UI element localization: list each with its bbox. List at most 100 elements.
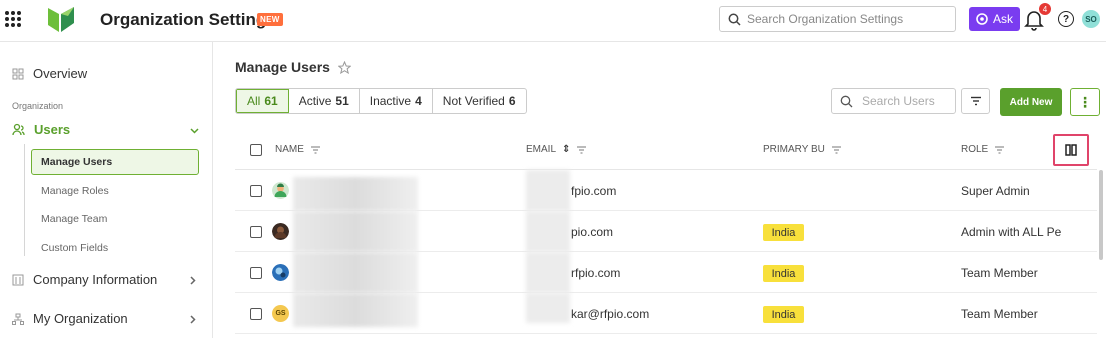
avatar	[272, 223, 289, 240]
users-table: NAME EMAIL ⇕ PRIMARY BU ROLE fpio.com Su…	[235, 129, 1097, 338]
role-cell: Admin with ALL Pe	[961, 225, 1061, 239]
sidebar-group-label: Organization	[12, 101, 64, 111]
chevron-right-icon[interactable]	[190, 276, 196, 285]
filter-button[interactable]	[961, 88, 990, 114]
column-header-primary-bu[interactable]: PRIMARY BU	[763, 144, 842, 155]
top-bar: Organization Settings NEW Search Organiz…	[0, 0, 1106, 42]
ask-button[interactable]: Ask	[969, 7, 1020, 31]
email-cell: rfpio.com	[571, 266, 621, 280]
redacted-name	[293, 177, 418, 211]
filter-active[interactable]: Active 51	[289, 89, 360, 113]
sidebar: Overview Organization Users Manage Users…	[0, 42, 213, 338]
email-cell: pio.com	[571, 225, 614, 239]
sidebar-subitem-custom-fields[interactable]: Custom Fields	[41, 242, 108, 254]
ask-icon	[976, 13, 988, 25]
avatar	[272, 264, 289, 281]
user-avatar[interactable]: SO	[1082, 10, 1100, 28]
sidebar-item-company-information[interactable]: Company Information	[12, 272, 157, 287]
more-options-icon[interactable]: ⋮	[1070, 88, 1100, 116]
filter-label: All	[247, 94, 261, 108]
organization-search-input[interactable]: Search Organization Settings	[719, 6, 956, 32]
building-icon	[12, 274, 24, 285]
column-header-label: PRIMARY BU	[763, 144, 825, 155]
filter-all[interactable]: All 61	[236, 89, 289, 113]
filter-label: Not Verified	[442, 94, 505, 108]
redacted-name	[293, 293, 418, 327]
filter-not-verified[interactable]: Not Verified 6	[433, 89, 526, 113]
app-title: Organization Settings	[100, 10, 276, 29]
filter-icon[interactable]	[576, 146, 587, 154]
filter-icon[interactable]	[994, 146, 1005, 154]
primary-bu-badge: India	[763, 265, 804, 282]
redacted-email	[526, 252, 570, 293]
search-placeholder: Search Organization Settings	[747, 12, 904, 26]
redacted-name	[293, 211, 418, 252]
table-scrollbar[interactable]	[1099, 170, 1103, 260]
column-header-email[interactable]: EMAIL ⇕	[526, 144, 587, 155]
notification-count-badge: 4	[1039, 3, 1051, 15]
sidebar-item-label: My Organization	[33, 311, 128, 326]
column-header-role[interactable]: ROLE	[961, 144, 1005, 155]
row-checkbox[interactable]	[250, 267, 262, 279]
search-placeholder: Search Users	[862, 94, 935, 108]
status-filter-tabs: All 61 Active 51 Inactive 4 Not Verified 6	[235, 88, 527, 114]
columns-icon	[1065, 144, 1077, 156]
filter-inactive[interactable]: Inactive 4	[360, 89, 433, 113]
filter-icon[interactable]	[831, 146, 842, 154]
filter-count: 6	[508, 94, 516, 108]
table-row[interactable]: rfpio.com India Team Member	[235, 252, 1097, 293]
row-checkbox[interactable]	[250, 226, 262, 238]
sidebar-item-my-organization[interactable]: My Organization	[12, 311, 128, 326]
sidebar-item-users[interactable]: Users	[12, 122, 70, 137]
table-row[interactable]: fpio.com Super Admin	[235, 170, 1097, 211]
filter-count: 61	[264, 94, 278, 108]
column-header-label: EMAIL	[526, 144, 557, 155]
page-title: Manage Users	[235, 59, 351, 75]
chevron-right-icon[interactable]	[190, 315, 196, 324]
column-header-label: ROLE	[961, 144, 989, 155]
filter-count: 51	[335, 94, 349, 108]
page-title-text: Manage Users	[235, 59, 330, 75]
search-users-input[interactable]: Search Users	[831, 88, 956, 114]
submenu-rail	[24, 144, 25, 256]
org-chart-icon	[12, 313, 24, 325]
table-row[interactable]: GS kar@rfpio.com India Team Member	[235, 293, 1097, 334]
role-cell: Team Member	[961, 266, 1038, 280]
sidebar-subitem-manage-roles[interactable]: Manage Roles	[41, 185, 109, 197]
redacted-email	[526, 293, 570, 323]
sidebar-item-overview[interactable]: Overview	[12, 66, 87, 81]
filter-icon[interactable]	[310, 146, 321, 154]
sidebar-item-label: Overview	[33, 66, 88, 81]
search-icon	[840, 95, 853, 107]
primary-bu-badge: India	[763, 306, 804, 323]
users-icon	[12, 123, 25, 136]
email-cell: fpio.com	[571, 184, 617, 198]
logo-icon[interactable]	[46, 5, 76, 35]
avatar: GS	[272, 305, 289, 322]
chevron-down-icon[interactable]	[190, 128, 199, 134]
column-header-label: NAME	[275, 144, 304, 155]
row-checkbox[interactable]	[250, 308, 262, 320]
sidebar-item-label: Company Information	[33, 272, 158, 287]
sidebar-subitem-manage-users[interactable]: Manage Users	[31, 149, 199, 175]
filter-icon	[970, 96, 981, 106]
select-all-checkbox[interactable]	[250, 144, 262, 156]
dashboard-icon	[12, 68, 24, 79]
app-launcher-icon[interactable]	[5, 11, 21, 27]
add-new-button[interactable]: Add New	[1000, 88, 1062, 116]
search-icon	[728, 13, 741, 26]
table-row[interactable]: pio.com India Admin with ALL Pe	[235, 211, 1097, 252]
redacted-name	[293, 252, 418, 293]
column-header-name[interactable]: NAME	[275, 144, 321, 155]
primary-bu-badge: India	[763, 224, 804, 241]
sort-icon[interactable]: ⇕	[562, 144, 570, 155]
column-settings-button[interactable]	[1053, 134, 1089, 166]
ask-label: Ask	[992, 12, 1013, 26]
filter-count: 4	[415, 94, 422, 108]
redacted-email	[526, 211, 570, 252]
new-badge: NEW	[257, 13, 283, 26]
sidebar-subitem-manage-team[interactable]: Manage Team	[41, 213, 107, 225]
star-icon[interactable]	[337, 60, 351, 74]
row-checkbox[interactable]	[250, 185, 262, 197]
help-icon[interactable]: ?	[1058, 11, 1074, 27]
